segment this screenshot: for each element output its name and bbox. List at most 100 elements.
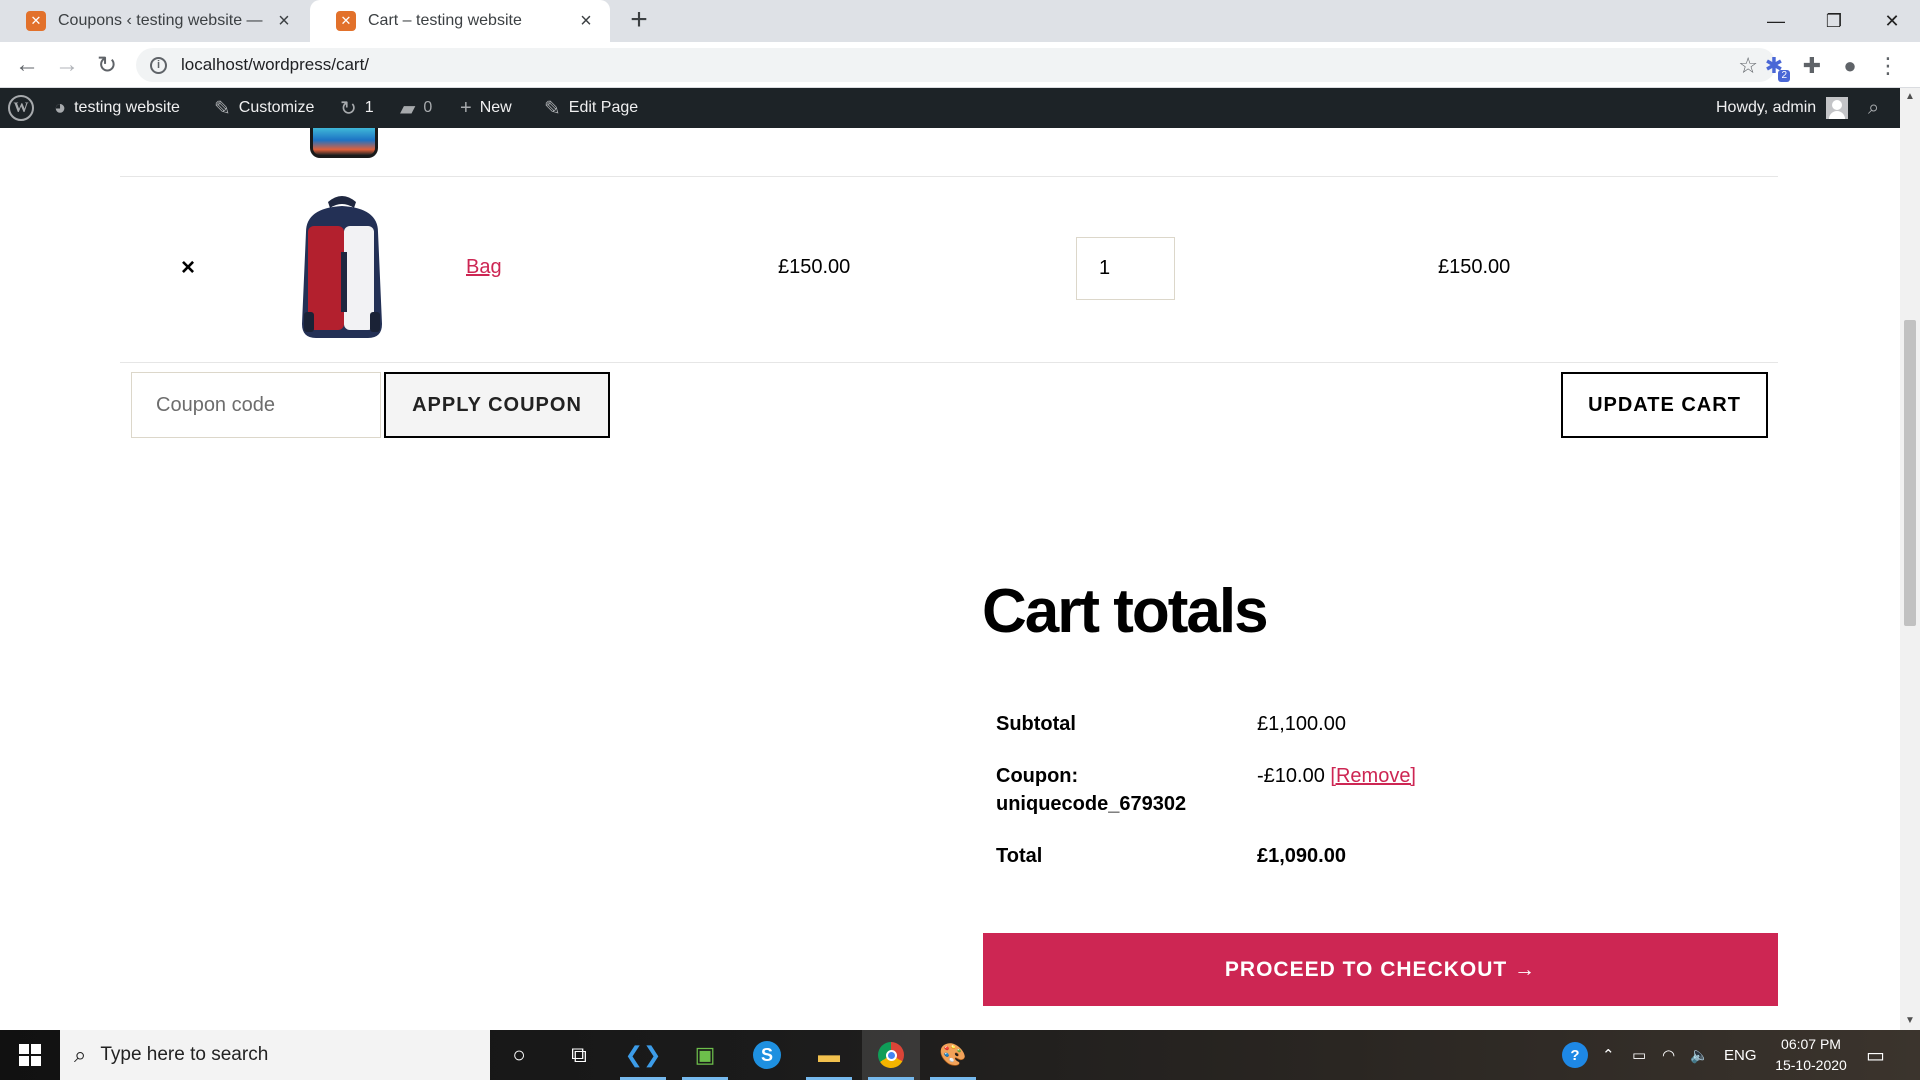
new-content-menu[interactable]: + New: [460, 88, 512, 128]
scroll-down-arrow-icon[interactable]: ▼: [1900, 1012, 1920, 1030]
wp-admin-bar: W ◕ testing website ✎ Customize ↻ 1 ▰ 0 …: [0, 88, 1900, 128]
browser-tab-cart[interactable]: ✕ Cart – testing website ×: [310, 0, 610, 42]
restore-button[interactable]: ❐: [1806, 0, 1862, 42]
subtotal-label: Subtotal: [996, 713, 1076, 735]
site-name: testing website: [74, 99, 180, 116]
notepad-app-icon[interactable]: ▣: [676, 1030, 734, 1080]
info-icon[interactable]: i: [150, 56, 167, 74]
coupon-code-input[interactable]: Coupon code: [131, 372, 381, 438]
extensions-puzzle-icon[interactable]: ✚: [1798, 52, 1826, 80]
profile-icon[interactable]: ●: [1836, 52, 1864, 80]
taskbar-search-box[interactable]: ⌕ Type here to search: [60, 1030, 490, 1080]
quantity-input[interactable]: 1: [1076, 237, 1175, 300]
new-label: New: [479, 99, 512, 116]
row-divider: [120, 362, 1778, 363]
row-divider: [120, 176, 1778, 177]
tab-close-icon[interactable]: ×: [576, 10, 596, 33]
updates-icon: ↻: [340, 97, 357, 120]
address-bar[interactable]: i localhost/wordpress/cart/ ☆: [136, 48, 1776, 82]
reload-icon[interactable]: ↻: [90, 48, 124, 82]
clock-time: 06:07 PM: [1781, 1036, 1841, 1052]
tab-title: Cart – testing website: [368, 12, 522, 29]
wifi-icon[interactable]: ◠: [1662, 1030, 1675, 1080]
comments-count: 0: [423, 99, 433, 116]
edit-page-link[interactable]: ✎ Edit Page: [544, 88, 638, 128]
new-tab-button[interactable]: +: [624, 5, 654, 36]
site-name-menu[interactable]: ◕ testing website: [54, 88, 180, 128]
scroll-up-arrow-icon[interactable]: ▲: [1900, 88, 1920, 106]
bookmark-star-icon[interactable]: ☆: [1738, 53, 1758, 79]
product-subtotal: £150.00: [1438, 256, 1511, 278]
subtotal-value: £1,100.00: [1257, 713, 1346, 735]
edit-page-label: Edit Page: [568, 99, 639, 116]
show-hidden-icons-chevron-icon[interactable]: ⌃: [1602, 1030, 1615, 1080]
back-arrow-icon[interactable]: ←: [10, 48, 44, 82]
windows-logo-icon: [19, 1044, 41, 1066]
pencil-icon: ✎: [544, 97, 561, 120]
skype-icon[interactable]: S: [738, 1030, 796, 1080]
page-content: × Bag £150.00 1 £150.00 Coupon code APPL…: [0, 128, 1900, 1030]
language-indicator[interactable]: ENG: [1724, 1030, 1757, 1080]
remove-item-button[interactable]: ×: [178, 254, 198, 282]
browser-tab-strip: ✕ Coupons ‹ testing website — Wo × ✕ Car…: [0, 0, 1920, 42]
browser-tab-coupons[interactable]: ✕ Coupons ‹ testing website — Wo ×: [0, 0, 308, 42]
tab-title: Coupons ‹ testing website — Wo: [58, 12, 266, 29]
coupon-code-name: uniquecode_679302: [996, 793, 1187, 815]
help-icon[interactable]: ?: [1562, 1030, 1588, 1080]
wp-logo-menu[interactable]: W: [8, 88, 34, 128]
remove-coupon-link[interactable]: [Remove]: [1330, 765, 1416, 787]
volume-icon[interactable]: 🔈: [1690, 1030, 1709, 1080]
notifications-icon[interactable]: ▭: [1866, 1030, 1885, 1080]
start-button[interactable]: [0, 1030, 60, 1080]
product-price: £150.00: [778, 256, 851, 278]
brush-icon: ✎: [214, 97, 231, 120]
chrome-icon[interactable]: [862, 1030, 920, 1080]
updates-count: 1: [364, 99, 374, 116]
minimize-button[interactable]: —: [1748, 0, 1804, 42]
dashboard-icon: ◕: [54, 96, 67, 119]
scrollbar-thumb[interactable]: [1904, 320, 1916, 626]
clock-date: 15-10-2020: [1775, 1057, 1847, 1073]
search-icon: ⌕: [1868, 96, 1880, 119]
updates-link[interactable]: ↻ 1: [340, 88, 374, 128]
wordpress-logo-icon: W: [8, 95, 34, 121]
coupon-label-prefix: Coupon:: [996, 765, 1079, 787]
vscode-icon[interactable]: ❮❯: [614, 1030, 672, 1080]
coupon-discount-cell: -£10.00 [Remove]: [1257, 762, 1416, 790]
howdy-label: Howdy, admin: [1716, 99, 1817, 116]
menu-kebab-icon[interactable]: ⋮: [1874, 52, 1902, 80]
paint-app-icon[interactable]: 🎨: [924, 1030, 982, 1080]
url-text: localhost/wordpress/cart/: [181, 55, 370, 74]
cortana-icon[interactable]: ○: [490, 1030, 548, 1080]
customize-link[interactable]: ✎ Customize: [214, 88, 314, 128]
comments-link[interactable]: ▰ 0: [400, 88, 432, 128]
search-icon: ⌕: [74, 1042, 87, 1067]
taskbar-search-placeholder: Type here to search: [100, 1044, 269, 1065]
extension-gear-icon[interactable]: ✱ 2: [1760, 52, 1790, 82]
product-link-bag[interactable]: Bag: [466, 256, 502, 279]
file-explorer-icon[interactable]: ▬: [800, 1030, 858, 1080]
proceed-to-checkout-button[interactable]: PROCEED TO CHECKOUT →: [983, 933, 1778, 1006]
my-account-menu[interactable]: Howdy, admin: [1716, 88, 1849, 128]
xampp-favicon-icon: ✕: [26, 11, 46, 31]
taskbar-clock[interactable]: 06:07 PM 15-10-2020: [1762, 1034, 1860, 1076]
admin-search-button[interactable]: ⌕: [1868, 88, 1879, 128]
apply-coupon-button[interactable]: APPLY COUPON: [384, 372, 610, 438]
coupon-label: Coupon: uniquecode_679302: [996, 762, 1186, 818]
previous-product-thumbnail[interactable]: [310, 128, 378, 158]
windows-taskbar: ⌕ Type here to search ○ ⧉ ❮❯ ▣ S ▬ 🎨 ? ⌃…: [0, 1030, 1920, 1080]
extension-badge: 2: [1778, 70, 1790, 82]
comment-bubble-icon: ▰: [400, 97, 416, 120]
customize-label: Customize: [238, 99, 315, 116]
plus-icon: +: [460, 96, 472, 119]
battery-icon[interactable]: ▭: [1632, 1030, 1646, 1080]
task-view-icon[interactable]: ⧉: [550, 1030, 608, 1080]
close-window-button[interactable]: ✕: [1864, 0, 1920, 42]
total-label: Total: [996, 845, 1043, 867]
forward-arrow-icon[interactable]: →: [50, 48, 84, 82]
update-cart-button[interactable]: UPDATE CART: [1561, 372, 1768, 438]
product-thumbnail[interactable]: [292, 192, 392, 342]
coupon-discount-value: -£10.00: [1257, 765, 1325, 787]
page-scrollbar[interactable]: ▲ ▼: [1900, 88, 1920, 1030]
tab-close-icon[interactable]: ×: [274, 10, 294, 33]
